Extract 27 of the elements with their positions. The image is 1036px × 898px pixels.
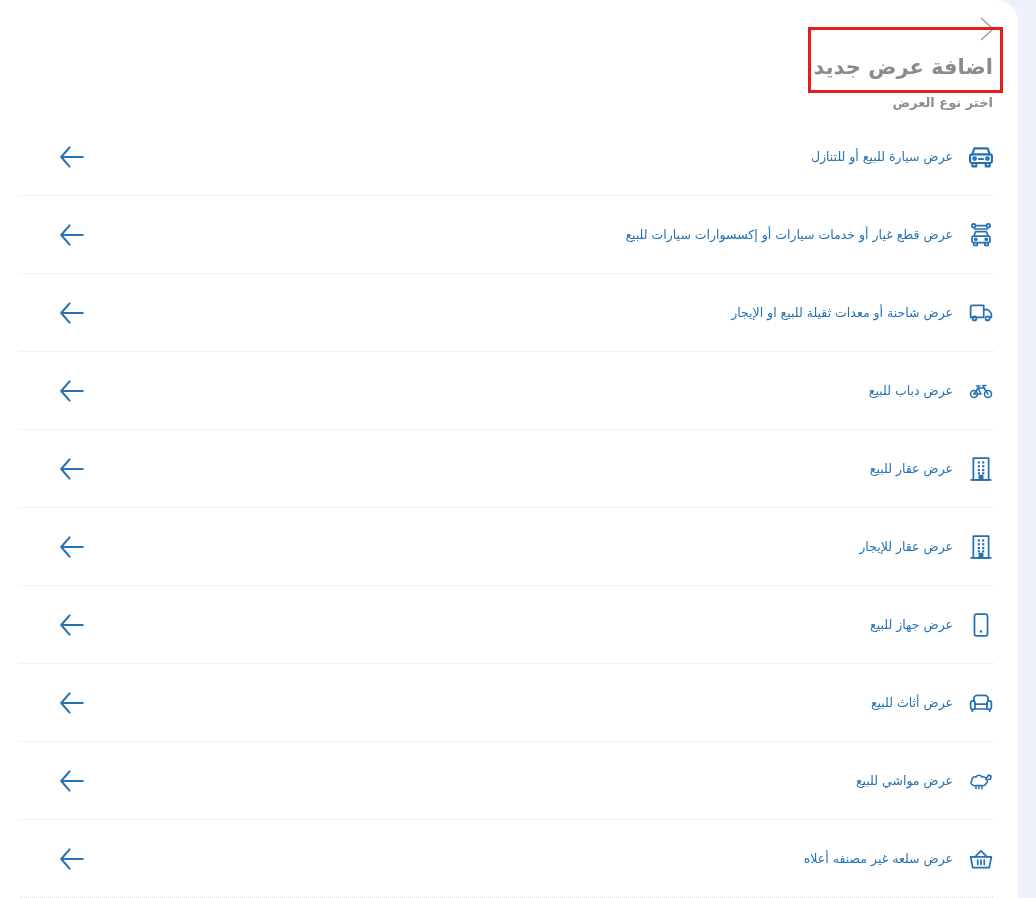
offer-type-link[interactable]: عرض سلعه غير مصنفه أعلاه xyxy=(803,849,953,868)
building-icon xyxy=(969,456,993,481)
chevron-right-icon[interactable] xyxy=(979,17,995,41)
offer-type-link[interactable]: عرض عقار للبيع xyxy=(869,459,953,478)
offer-type-link[interactable]: عرض شاحنة أو معدات ثقيلة للبيع او الإيجار xyxy=(731,303,953,322)
arrow-left-icon[interactable] xyxy=(60,223,84,246)
arrow-left-icon[interactable] xyxy=(60,613,84,636)
building-icon xyxy=(969,534,993,559)
offer-type-link[interactable]: عرض قطع غيار أو خدمات سيارات أو إكسسوارات سيارات للبيع xyxy=(625,225,953,244)
offer-type-link[interactable]: عرض أثاث للبيع xyxy=(870,693,953,712)
car-icon xyxy=(969,144,993,169)
page-subtitle: اختر نوع العرض xyxy=(892,94,993,112)
car-wrench-icon xyxy=(969,222,993,247)
offer-type-link[interactable]: عرض دباب للبيع xyxy=(868,381,953,400)
offer-type-link[interactable]: عرض مواشي للبيع xyxy=(855,771,953,790)
arrow-left-icon[interactable] xyxy=(60,535,84,558)
arrow-left-icon[interactable] xyxy=(60,847,84,870)
offer-type-link[interactable]: عرض سيارة للبيع أو للتنازل xyxy=(810,147,953,166)
arrow-left-icon[interactable] xyxy=(60,691,84,714)
offer-type-link[interactable]: عرض جهاز للبيع xyxy=(870,615,953,634)
arrow-left-icon[interactable] xyxy=(60,769,84,792)
arrow-left-icon[interactable] xyxy=(60,301,84,324)
arrow-left-icon[interactable] xyxy=(60,145,84,168)
arrow-left-icon[interactable] xyxy=(60,457,84,480)
offer-type-link[interactable]: عرض عقار للإيجار xyxy=(859,537,953,556)
page-title: اضافة عرض جديد xyxy=(813,54,993,81)
arrow-left-icon[interactable] xyxy=(60,379,84,402)
